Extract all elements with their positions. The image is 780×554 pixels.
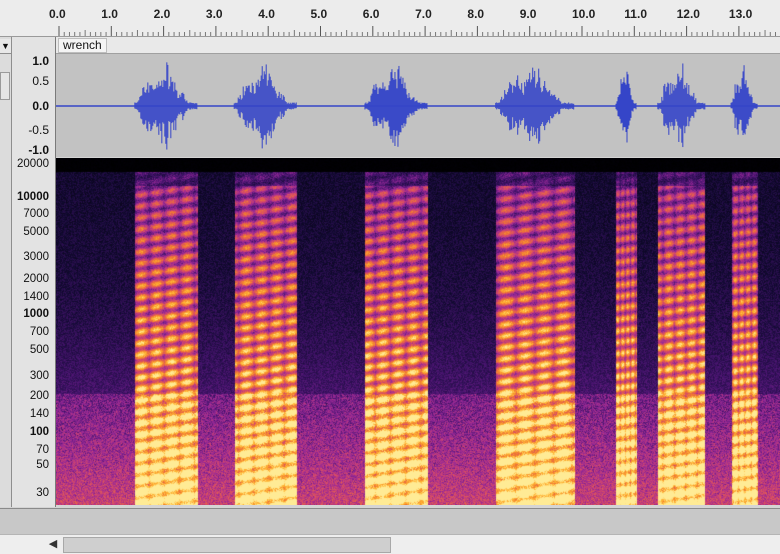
track-control-panel <box>0 37 12 507</box>
ruler-tick-label: 13.0 <box>728 7 753 21</box>
amplitude-label: -0.5 <box>28 123 49 137</box>
vertical-scale[interactable]: 1.0 0.5 0.0 -0.5 -1.0 20000 10000 7000 5… <box>12 37 56 507</box>
frequency-label: 100 <box>29 426 49 438</box>
frequency-label: 1000 <box>23 308 49 320</box>
frequency-label: 5000 <box>23 226 49 238</box>
timeline-ruler[interactable]: 0.0 1.0 2.0 3.0 4.0 5.0 6.0 7.0 8.0 9.0 10.0 11.0 12… <box>0 0 780 37</box>
ruler-tick-label: 7.0 <box>415 7 432 21</box>
ruler-tick-label: 10.0 <box>572 7 596 21</box>
ruler-tick-label: 0.0 <box>49 7 66 21</box>
waveform-view[interactable] <box>56 54 780 157</box>
empty-track-area[interactable] <box>0 508 780 534</box>
ruler-tick-label: 2.0 <box>153 7 171 21</box>
dropdown-triangle-icon: ▼ <box>1 41 10 51</box>
frequency-label: 70 <box>36 444 49 456</box>
amplitude-label: 0.0 <box>32 99 49 113</box>
ruler-tick-label: 5.0 <box>310 7 328 21</box>
ruler-tick-label: 4.0 <box>258 7 275 21</box>
spectrogram-canvas <box>56 158 780 505</box>
frequency-label: 140 <box>29 408 49 420</box>
amplitude-label: 1.0 <box>32 54 49 68</box>
frequency-label: 20000 <box>17 158 49 170</box>
frequency-label: 7000 <box>23 208 49 220</box>
frequency-label: 2000 <box>23 273 49 285</box>
frequency-label: 1400 <box>23 291 49 303</box>
spectrogram-view[interactable] <box>56 158 780 505</box>
frequency-label: 3000 <box>23 251 49 263</box>
frequency-label: 200 <box>29 390 49 402</box>
ruler-tick-label: 3.0 <box>205 7 223 21</box>
frequency-label: 300 <box>29 370 49 382</box>
scroll-left-button[interactable]: ◀ <box>46 538 60 551</box>
ruler-tick-label: 11.0 <box>624 7 647 21</box>
ruler-tick-label: 6.0 <box>362 7 380 21</box>
frequency-label: 50 <box>36 459 49 471</box>
track-control-box[interactable] <box>0 72 10 100</box>
frequency-label: 30 <box>36 487 49 499</box>
waveform-plot <box>56 62 780 150</box>
horizontal-scrollbar[interactable]: ◀ <box>0 534 780 554</box>
scrollbar-thumb[interactable] <box>63 537 391 553</box>
ruler-tick-label: 12.0 <box>676 7 700 21</box>
track-name[interactable]: wrench <box>58 38 107 53</box>
ruler-tick-label: 9.0 <box>519 7 537 21</box>
amplitude-label: 0.5 <box>32 74 49 88</box>
frequency-label: 500 <box>29 344 49 356</box>
amplitude-label: -1.0 <box>28 143 49 157</box>
frequency-label: 10000 <box>17 191 49 203</box>
chevron-left-icon: ◀ <box>48 538 58 550</box>
track-name-bar[interactable]: wrench <box>56 37 780 54</box>
track-menu-button[interactable]: ▼ <box>0 39 11 54</box>
ruler-tick-label: 8.0 <box>467 7 485 21</box>
frequency-label: 700 <box>29 326 49 338</box>
ruler-tick-label: 1.0 <box>101 7 118 21</box>
